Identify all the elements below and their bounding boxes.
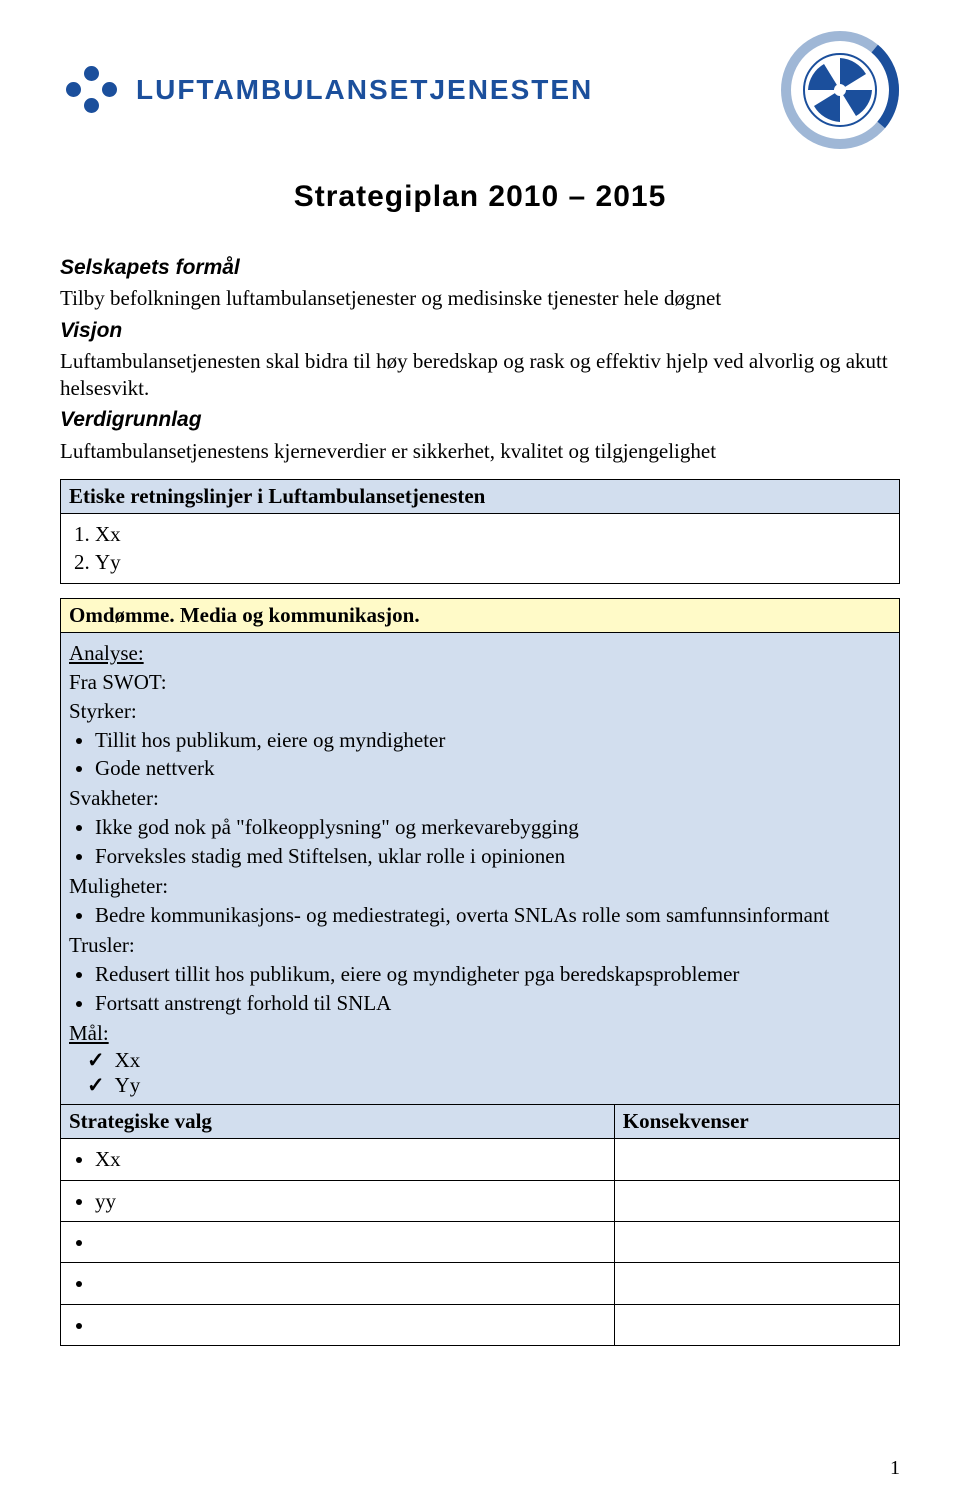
- visjon-text: Luftambulansetjenesten skal bidra til hø…: [60, 348, 900, 403]
- list-item: [95, 1269, 606, 1297]
- list-item: Xx: [95, 520, 891, 548]
- etiske-header: Etiske retningslinjer i Luftambulansetje…: [61, 480, 900, 514]
- trusler-list: Redusert tillit hos publikum, eiere og m…: [95, 960, 891, 1017]
- konsekvenser-cell: [614, 1221, 899, 1262]
- verdigrunnlag-label: Verdigrunnlag: [60, 406, 900, 433]
- mal-label: Mål:: [69, 1021, 891, 1046]
- verdigrunnlag-text: Luftambulansetjenestens kjerneverdier er…: [60, 438, 900, 465]
- strategiske-cell: yy: [61, 1180, 615, 1221]
- intro-block: Selskapets formål Tilby befolkningen luf…: [60, 254, 900, 465]
- omdomme-analyse: Analyse: Fra SWOT: Styrker: Tillit hos p…: [61, 632, 900, 1104]
- list-item: [95, 1311, 606, 1339]
- list-item: Fortsatt anstrengt forhold til SNLA: [95, 989, 891, 1017]
- list-item: Bedre kommunikasjons- og mediestrategi, …: [95, 901, 891, 929]
- list-item: [95, 1228, 606, 1256]
- analyse-label: Analyse:: [69, 641, 891, 666]
- konsekvenser-header: Konsekvenser: [614, 1105, 899, 1139]
- omdomme-table: Omdømme. Media og kommunikasjon. Analyse…: [60, 598, 900, 1346]
- page-title: Strategiplan 2010 – 2015: [60, 180, 900, 214]
- list-item: Xx: [87, 1048, 891, 1073]
- muligheter-list: Bedre kommunikasjons- og mediestrategi, …: [95, 901, 891, 929]
- omdomme-header: Omdømme. Media og kommunikasjon.: [61, 598, 900, 632]
- formal-label: Selskapets formål: [60, 254, 900, 281]
- emblem-icon: [780, 30, 900, 150]
- strategiske-cell: Xx: [61, 1139, 615, 1180]
- konsekvenser-cell: [614, 1263, 899, 1304]
- strategiske-cell: [61, 1304, 615, 1345]
- logo-block: LUFTAMBULANSETJENESTEN: [60, 60, 593, 120]
- visjon-label: Visjon: [60, 317, 900, 344]
- styrker-list: Tillit hos publikum, eiere og myndighete…: [95, 726, 891, 783]
- svakheter-list: Ikke god nok på "folkeopplysning" og mer…: [95, 813, 891, 870]
- logo-dots-icon: [60, 60, 120, 120]
- swot-label: Fra SWOT:: [69, 670, 891, 695]
- list-item: Redusert tillit hos publikum, eiere og m…: [95, 960, 891, 988]
- strategiske-header: Strategiske valg: [61, 1105, 615, 1139]
- brand-name: LUFTAMBULANSETJENESTEN: [136, 74, 593, 106]
- formal-text: Tilby befolkningen luftambulansetjeneste…: [60, 285, 900, 312]
- etiske-list: Xx Yy: [95, 520, 891, 577]
- list-item: Tillit hos publikum, eiere og myndighete…: [95, 726, 891, 754]
- konsekvenser-cell: [614, 1139, 899, 1180]
- muligheter-label: Muligheter:: [69, 874, 891, 899]
- list-item: Gode nettverk: [95, 754, 891, 782]
- trusler-label: Trusler:: [69, 933, 891, 958]
- list-item: Ikke god nok på "folkeopplysning" og mer…: [95, 813, 891, 841]
- list-item: Yy: [87, 1073, 891, 1098]
- list-item: yy: [95, 1187, 606, 1215]
- strategiske-cell: [61, 1263, 615, 1304]
- svakheter-label: Svakheter:: [69, 786, 891, 811]
- mal-list: Xx Yy: [87, 1048, 891, 1098]
- styrker-label: Styrker:: [69, 699, 891, 724]
- etiske-body: Xx Yy: [61, 514, 900, 584]
- list-item: Xx: [95, 1145, 606, 1173]
- konsekvenser-cell: [614, 1304, 899, 1345]
- list-item: Forveksles stadig med Stiftelsen, uklar …: [95, 842, 891, 870]
- page-number: 1: [890, 1457, 900, 1480]
- page: LUFTAMBULANSETJENESTEN Strategiplan 2010…: [0, 0, 960, 1510]
- strategiske-cell: [61, 1221, 615, 1262]
- konsekvenser-cell: [614, 1180, 899, 1221]
- etiske-table: Etiske retningslinjer i Luftambulansetje…: [60, 479, 900, 584]
- list-item: Yy: [95, 548, 891, 576]
- document-header: LUFTAMBULANSETJENESTEN: [60, 30, 900, 150]
